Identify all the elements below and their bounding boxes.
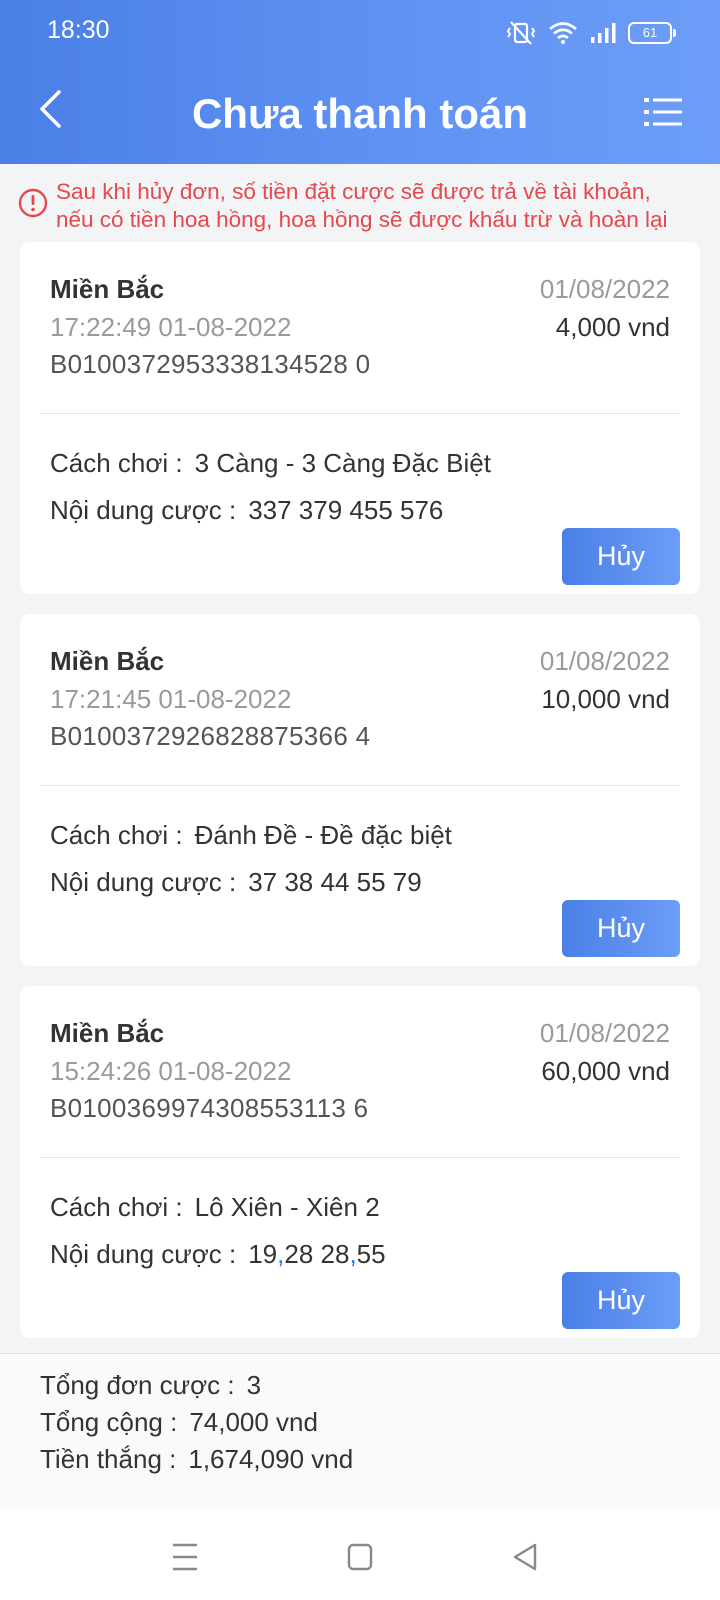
bet-content-value: 19,28 28,55 [248,1239,385,1269]
menu-button[interactable] [644,94,684,130]
divider [40,413,680,414]
order-time: 17:22:49 01-08-2022 [50,312,292,342]
order-summary: Tổng đơn cược : 3 Tổng cộng : 74,000 vnd T… [0,1353,720,1511]
play-method-row: Cách chơi : Lô Xiên - Xiên 2 [50,1192,380,1223]
order-card: Miền Bắc 17:22:49 01-08-2022 B0100372953… [20,242,700,594]
total-amount-label: Tổng cộng : [40,1407,178,1437]
bet-number: 19 [248,1239,278,1269]
winnings-value: 1,674,090 vnd [188,1444,354,1474]
app-header: 18:30 61 Chưa thanh toán [0,0,720,164]
system-nav-bar [0,1511,720,1600]
alert-circle-icon [18,188,48,218]
total-amount-row: Tổng cộng : 74,000 vnd [40,1407,318,1438]
home-icon [347,1543,373,1571]
total-orders-label: Tổng đơn cược : [40,1370,235,1400]
notice-line-1: Sau khi hủy đơn, số tiền đặt cược sẽ đượ… [56,179,651,204]
home-button[interactable] [340,1539,380,1575]
order-amount: 60,000 vnd [541,1056,670,1086]
nav-bar: Chưa thanh toán [0,64,720,164]
play-method-row: Cách chơi : 3 Càng - 3 Càng Đặc Biệt [50,448,491,479]
order-code: B0100372953338134528 0 [50,349,371,379]
recent-apps-icon [173,1543,197,1571]
bet-content-value: 37 38 44 55 79 [248,867,422,897]
total-amount-value: 74,000 vnd [189,1407,318,1437]
bet-number: 28 28 [284,1239,350,1269]
status-time: 18:30 [47,16,110,44]
play-method-label: Cách chơi : [50,1192,183,1222]
bet-content-label: Nội dung cược : [50,495,237,525]
battery-icon: 61 [628,22,676,44]
back-icon [513,1543,537,1571]
order-amount: 4,000 vnd [555,312,670,342]
order-date: 01/08/2022 [539,646,670,676]
order-region: Miền Bắc [50,646,165,676]
play-method-label: Cách chơi : [50,448,183,478]
cancel-button[interactable]: Hủy [562,528,680,585]
cancel-notice: Sau khi hủy đơn, số tiền đặt cược sẽ đượ… [18,178,710,234]
bet-content-row: Nội dung cược : 337 379 455 576 [50,495,443,526]
order-time: 17:21:45 01-08-2022 [50,684,292,714]
order-code: B0100369974308553113 6 [50,1093,369,1123]
notice-text: Sau khi hủy đơn, số tiền đặt cược sẽ đượ… [56,178,668,234]
bet-content-label: Nội dung cược : [50,867,237,897]
order-region: Miền Bắc [50,274,165,304]
order-date: 01/08/2022 [539,1018,670,1048]
bet-content-label: Nội dung cược : [50,1239,237,1269]
cancel-button[interactable]: Hủy [562,1272,680,1329]
order-amount: 10,000 vnd [541,684,670,714]
play-method-row: Cách chơi : Đánh Đề - Đề đặc biệt [50,820,452,851]
total-orders-value: 3 [246,1370,262,1400]
bet-content-value: 337 379 455 576 [248,495,444,525]
order-date: 01/08/2022 [539,274,670,304]
play-method-label: Cách chơi : [50,820,183,850]
divider [40,1157,680,1158]
order-card: Miền Bắc 15:24:26 01-08-2022 B0100369974… [20,986,700,1338]
winnings-row: Tiền thắng : 1,674,090 vnd [40,1444,353,1475]
play-method-value: Đánh Đề - Đề đặc biệt [194,820,452,850]
order-code: B0100372926828875366 4 [50,721,371,751]
cancel-button[interactable]: Hủy [562,900,680,957]
play-method-value: 3 Càng - 3 Càng Đặc Biệt [194,448,491,478]
status-icons: 61 [506,18,676,48]
bet-content-row: Nội dung cược : 37 38 44 55 79 [50,867,422,898]
order-time: 15:24:26 01-08-2022 [50,1056,292,1086]
list-menu-icon [644,98,682,126]
vibrate-icon [506,21,536,45]
winnings-label: Tiền thắng : [40,1444,177,1474]
notice-line-2: nếu có tiền hoa hồng, hoa hồng sẽ được k… [56,207,668,232]
order-region: Miền Bắc [50,1018,165,1048]
order-card: Miền Bắc 17:21:45 01-08-2022 B0100372926… [20,614,700,966]
bet-content-row: Nội dung cược : 19,28 28,55 [50,1239,386,1270]
system-back-button[interactable] [505,1539,545,1575]
recent-apps-button[interactable] [165,1539,205,1575]
status-bar: 18:30 61 [0,0,720,64]
total-orders-row: Tổng đơn cược : 3 [40,1370,261,1401]
wifi-icon [549,22,577,44]
bet-separator: , [349,1239,357,1269]
page-title: Chưa thanh toán [191,90,529,137]
play-method-value: Lô Xiên - Xiên 2 [194,1192,380,1222]
signal-icon [591,23,616,43]
bet-number: 55 [356,1239,386,1269]
divider [40,785,680,786]
